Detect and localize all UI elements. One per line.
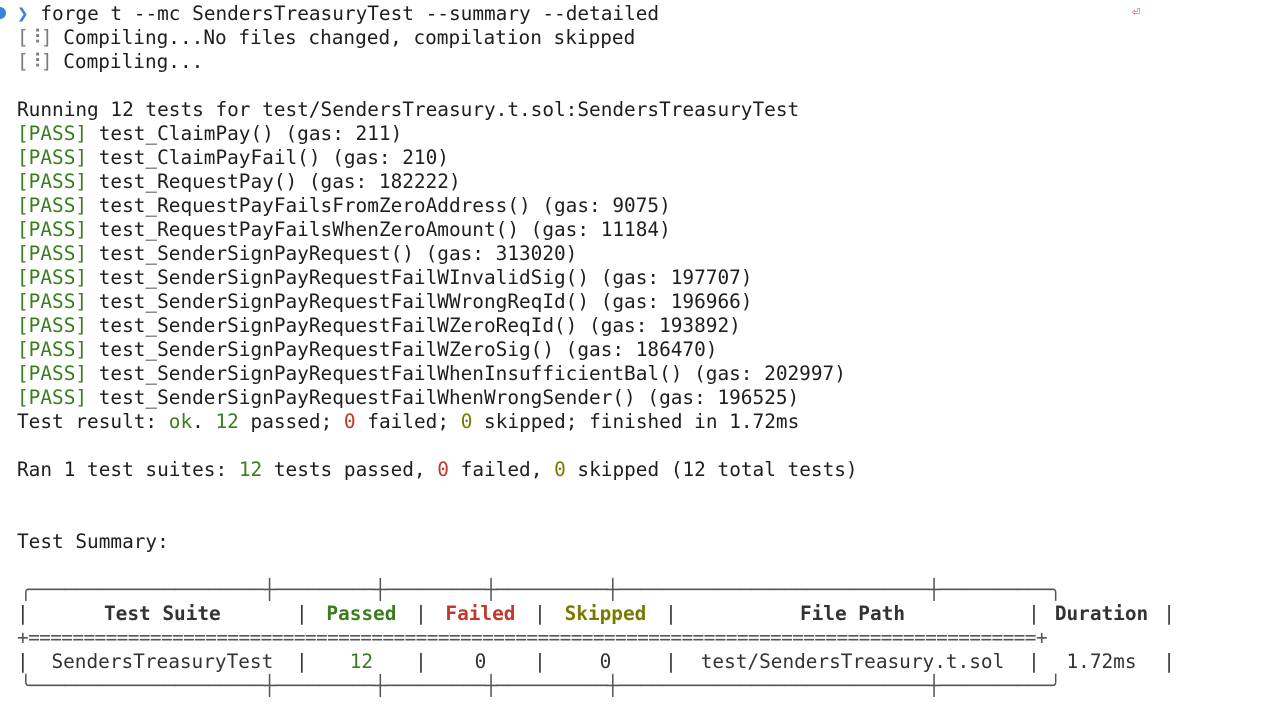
test-line: [PASS] test_SenderSignPayRequestFailWWro… bbox=[17, 290, 753, 313]
table-header-separator: +=======================================… bbox=[17, 626, 1048, 649]
pass-status: [PASS] bbox=[17, 266, 88, 289]
spinner-icon: [⠸] bbox=[17, 26, 53, 49]
terminal-window[interactable]: ⏎ ❯ forge t --mc SendersTreasuryTest --s… bbox=[0, 0, 1280, 706]
pass-status: [PASS] bbox=[17, 194, 88, 217]
table-top-border: ╭─────────────────────┼─────────┼───────… bbox=[20, 578, 1062, 601]
header-test-suite: Test Suite bbox=[103, 602, 221, 625]
pass-status: [PASS] bbox=[17, 338, 88, 361]
cell-test-suite: SendersTreasuryTest bbox=[51, 650, 274, 673]
prompt-arrow-icon: ❯ bbox=[17, 2, 29, 25]
test-line: [PASS] test_SenderSignPayRequestFailWhen… bbox=[17, 386, 800, 409]
pass-status: [PASS] bbox=[17, 290, 88, 313]
pass-status: [PASS] bbox=[17, 170, 88, 193]
pass-status: [PASS] bbox=[17, 386, 88, 409]
pass-status: [PASS] bbox=[17, 218, 88, 241]
test-line: [PASS] test_RequestPayFailsFromZeroAddre… bbox=[17, 194, 671, 217]
header-file-path: File Path bbox=[799, 602, 906, 625]
header-skipped: Skipped bbox=[564, 602, 647, 625]
compile-line: [⠸] Compiling...No files changed, compil… bbox=[17, 26, 636, 49]
cell-skipped: 0 bbox=[599, 650, 612, 673]
test-line: [PASS] test_ClaimPayFail() (gas: 210) bbox=[17, 146, 449, 169]
test-line: [PASS] test_SenderSignPayRequestFailWZer… bbox=[17, 314, 741, 337]
pass-status: [PASS] bbox=[17, 146, 88, 169]
table-bottom-border: ╰─────────────────────┼─────────┼───────… bbox=[20, 674, 1062, 697]
spinner-icon: [⠸] bbox=[17, 50, 53, 73]
command-text: forge t --mc SendersTreasuryTest --summa… bbox=[40, 2, 660, 25]
test-line: [PASS] test_SenderSignPayRequestFailWhen… bbox=[17, 362, 846, 385]
test-result-line: Test result: ok. 12 passed; 0 failed; 0 … bbox=[17, 410, 800, 433]
cell-file-path: test/SendersTreasury.t.sol bbox=[700, 650, 1005, 673]
return-icon: ⏎ bbox=[1132, 4, 1141, 20]
test-line: [PASS] test_SenderSignPayRequest() (gas:… bbox=[17, 242, 578, 265]
cell-duration: 1.72ms bbox=[1066, 650, 1137, 673]
pass-status: [PASS] bbox=[17, 314, 88, 337]
prompt-status-dot bbox=[0, 7, 6, 19]
running-line: Running 12 tests for test/SendersTreasur… bbox=[17, 98, 800, 121]
test-line: [PASS] test_RequestPayFailsWhenZeroAmoun… bbox=[17, 218, 671, 241]
pass-status: [PASS] bbox=[17, 362, 88, 385]
pass-status: [PASS] bbox=[17, 242, 88, 265]
header-passed: Passed bbox=[326, 602, 397, 625]
compile-line: [⠸] Compiling... bbox=[17, 50, 204, 73]
command-line: ❯ forge t --mc SendersTreasuryTest --sum… bbox=[17, 2, 659, 26]
table-row: | SendersTreasuryTest | 12 | 0 | 0 | tes… bbox=[17, 650, 1175, 673]
cell-failed: 0 bbox=[474, 650, 487, 673]
pass-status: [PASS] bbox=[17, 122, 88, 145]
table-header-row: | Test Suite | Passed | Failed | Skipped… bbox=[17, 602, 1175, 625]
test-line: [PASS] test_RequestPay() (gas: 182222) bbox=[17, 170, 461, 193]
test-line: [PASS] test_SenderSignPayRequestFailWZer… bbox=[17, 338, 718, 361]
test-line: [PASS] test_ClaimPay() (gas: 211) bbox=[17, 122, 403, 145]
header-failed: Failed bbox=[445, 602, 516, 625]
header-duration: Duration bbox=[1054, 602, 1149, 625]
ran-suites-line: Ran 1 test suites: 12 tests passed, 0 fa… bbox=[17, 458, 858, 481]
summary-title: Test Summary: bbox=[17, 530, 169, 553]
test-line: [PASS] test_SenderSignPayRequestFailWInv… bbox=[17, 266, 753, 289]
cell-passed: 12 bbox=[349, 650, 374, 673]
